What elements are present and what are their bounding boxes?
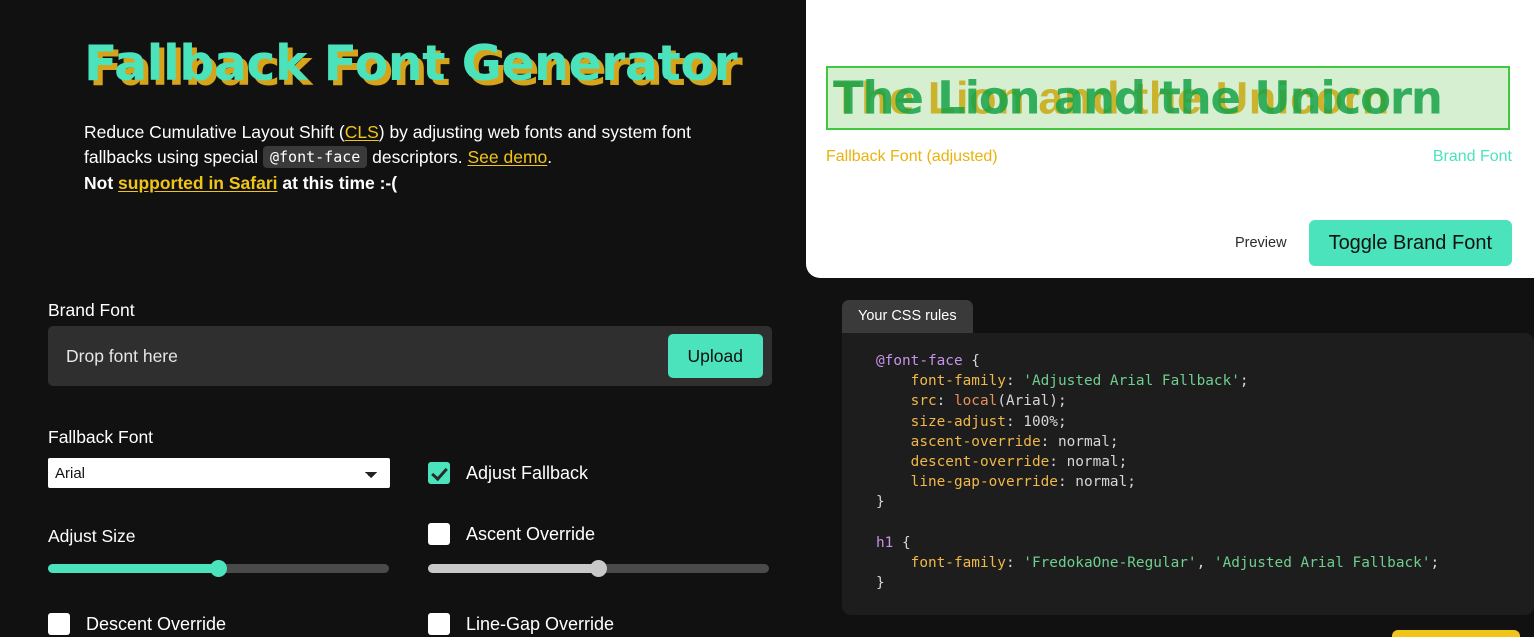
checkbox-label-ascent-override: Ascent Override — [466, 523, 596, 544]
checkbox-descent-override[interactable] — [48, 613, 70, 635]
ascent-override-slider-fill — [428, 564, 599, 573]
checkbox-label-linegap-override: Line-Gap Override — [466, 613, 615, 634]
checkbox-row-linegap-override[interactable]: Line-Gap Override — [428, 613, 614, 635]
safari-notice-prefix: Not — [84, 173, 119, 193]
cls-link[interactable]: CLS — [345, 122, 379, 142]
fallback-font-select[interactable]: Arial — [48, 458, 390, 488]
intro-text-part1: Reduce Cumulative Layout Shift ( — [84, 122, 345, 142]
checkbox-label-descent-override: Descent Override — [86, 613, 227, 634]
checkbox-label-adjust-fallback: Adjust Fallback — [466, 462, 589, 483]
legend-brand-font: Brand Font — [1432, 148, 1512, 165]
ascent-override-slider-thumb[interactable] — [590, 560, 607, 577]
intro-text-part4: . — [547, 147, 553, 167]
css-rules-body: @font-face { font-family: 'Adjusted Aria… — [842, 333, 1534, 616]
copy-css-button[interactable]: Copy CSS — [1392, 630, 1520, 637]
ascent-override-slider[interactable] — [428, 556, 769, 582]
dropzone-placeholder-text: Drop font here — [66, 345, 178, 366]
css-code-block[interactable]: @font-face { font-family: 'Adjusted Aria… — [876, 351, 1514, 593]
upload-button[interactable]: Upload — [667, 334, 763, 378]
brand-font-dropzone[interactable]: Drop font here Upload — [48, 326, 772, 386]
adjust-size-slider[interactable] — [48, 556, 389, 582]
brand-font-label: Brand Font — [48, 300, 135, 320]
css-rules-tab[interactable]: Your CSS rules — [842, 300, 973, 333]
adjust-size-slider-thumb[interactable] — [210, 560, 227, 577]
checkbox-row-ascent-override[interactable]: Ascent Override — [428, 523, 595, 545]
intro-paragraph: Reduce Cumulative Layout Shift (CLS) by … — [84, 120, 724, 196]
adjust-size-label: Adjust Size — [48, 526, 136, 546]
checkbox-adjust-fallback[interactable] — [428, 462, 450, 484]
app-root: Fallback Font Generator Reduce Cumulativ… — [0, 0, 1534, 637]
intro-text-part3: descriptors. — [367, 147, 468, 167]
css-rules-panel: Your CSS rules @font-face { font-family:… — [842, 300, 1534, 616]
legend-fallback-font: Fallback Font (adjusted) — [826, 148, 998, 165]
toggle-brand-font-button[interactable]: Toggle Brand Font — [1308, 220, 1512, 266]
page-title: Fallback Font Generator — [84, 35, 738, 92]
preview-footer: Preview Toggle Brand Font — [806, 208, 1534, 278]
checkbox-ascent-override[interactable] — [428, 523, 450, 545]
safari-notice: Not supported in Safari at this time :-( — [84, 171, 724, 196]
checkbox-row-descent-override[interactable]: Descent Override — [48, 613, 226, 635]
safari-notice-suffix: at this time :-( — [277, 173, 398, 193]
checkbox-row-adjust-fallback[interactable]: Adjust Fallback — [428, 462, 588, 484]
safari-support-link[interactable]: supported in Safari — [118, 173, 277, 193]
preview-tab[interactable]: Preview — [1235, 235, 1287, 251]
left-panel: Fallback Font Generator Reduce Cumulativ… — [0, 0, 806, 637]
font-face-code-chip: @font-face — [262, 146, 368, 168]
fallback-font-label: Fallback Font — [48, 427, 154, 447]
preview-panel: The Lion and the Unicorn The Lion and th… — [806, 0, 1534, 278]
font-sample-box: The Lion and the Unicorn The Lion and th… — [826, 66, 1510, 130]
checkbox-linegap-override[interactable] — [428, 613, 450, 635]
see-demo-link[interactable]: See demo — [467, 147, 547, 167]
adjust-size-slider-fill — [48, 564, 219, 573]
sample-text-brand: The Lion and the Unicorn — [833, 71, 1443, 125]
